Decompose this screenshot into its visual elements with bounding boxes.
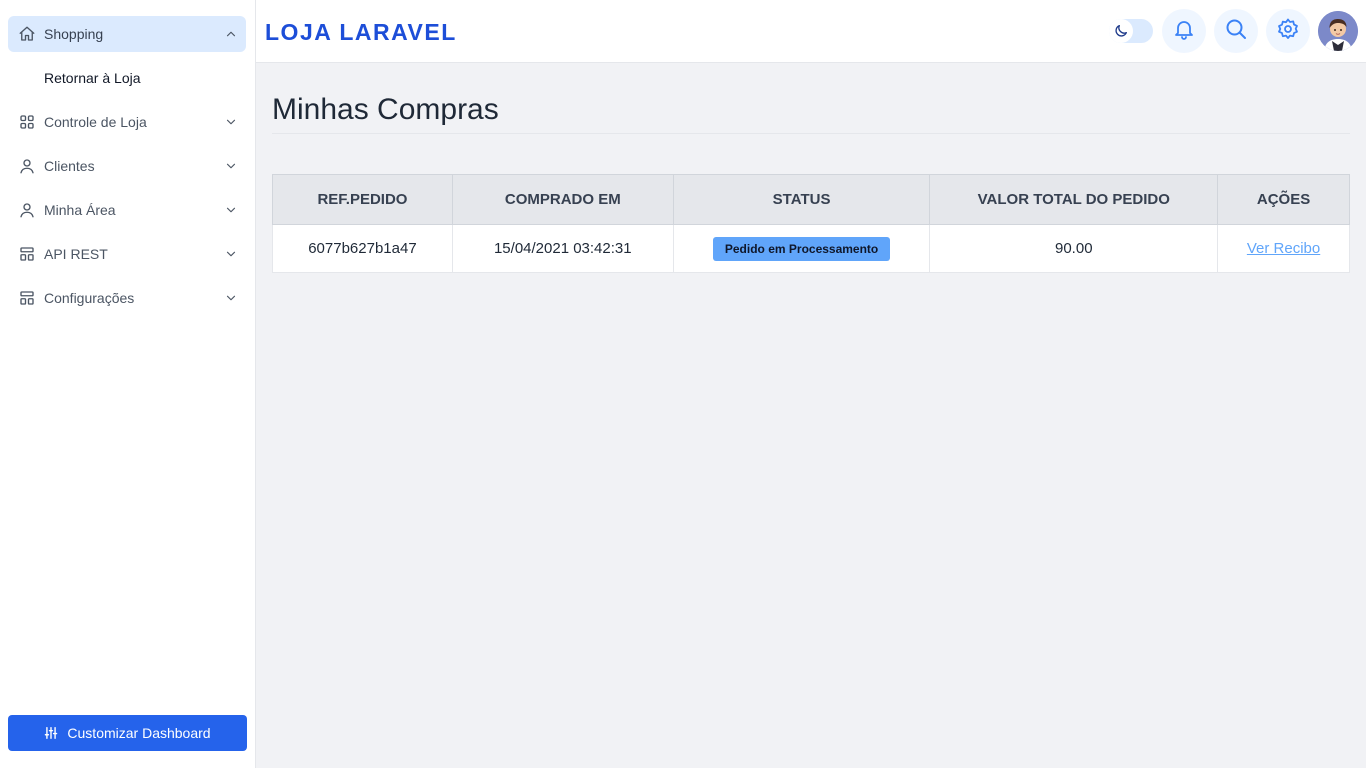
notifications-button[interactable] — [1162, 9, 1206, 53]
sidebar-item-label: Minha Área — [44, 202, 116, 218]
sidebar-subitem-return-store[interactable]: Retornar à Loja — [8, 60, 246, 96]
brand-title[interactable]: LOJA LARAVEL — [265, 19, 457, 46]
order-date-cell: 15/04/2021 03:42:31 — [451, 224, 674, 273]
table-header-row: REF.PEDIDO COMPRADO EM STATUS VALOR TOTA… — [272, 174, 1350, 225]
order-ref-cell: 6077b627b1a47 — [272, 224, 453, 273]
sidebar-item-clients[interactable]: Clientes — [8, 148, 246, 184]
main-content: Minhas Compras REF.PEDIDO COMPRADO EM ST… — [272, 63, 1350, 273]
column-header-total: VALOR TOTAL DO PEDIDO — [929, 174, 1219, 225]
sidebar-item-label: API REST — [44, 246, 108, 262]
user-icon — [18, 157, 36, 175]
home-icon — [18, 25, 36, 43]
customize-dashboard-label: Customizar Dashboard — [67, 725, 211, 741]
sidebar: Shopping Retornar à Loja Controle de Loj… — [0, 0, 256, 768]
sidebar-subitem-label: Retornar à Loja — [44, 70, 141, 86]
sidebar-item-label: Controle de Loja — [44, 114, 147, 130]
user-icon — [18, 201, 36, 219]
view-receipt-link[interactable]: Ver Recibo — [1247, 240, 1320, 257]
header-actions — [1109, 9, 1358, 53]
sidebar-item-shopping[interactable]: Shopping — [8, 16, 246, 52]
sliders-icon — [44, 726, 58, 740]
sidebar-item-settings[interactable]: Configurações — [8, 280, 246, 316]
search-button[interactable] — [1214, 9, 1258, 53]
order-total-cell: 90.00 — [929, 224, 1219, 273]
chevron-down-icon — [224, 159, 238, 173]
bell-icon — [1172, 17, 1196, 46]
table-row: 6077b627b1a47 15/04/2021 03:42:31 Pedido… — [272, 224, 1350, 273]
order-status-cell: Pedido em Processamento — [672, 224, 931, 273]
sidebar-item-label: Configurações — [44, 290, 135, 306]
column-header-date: COMPRADO EM — [451, 174, 674, 225]
app: Shopping Retornar à Loja Controle de Loj… — [0, 0, 1366, 768]
column-header-ref: REF.PEDIDO — [272, 174, 453, 225]
layout-icon — [18, 289, 36, 307]
sidebar-item-api-rest[interactable]: API REST — [8, 236, 246, 272]
sidebar-item-store-control[interactable]: Controle de Loja — [8, 104, 246, 140]
chevron-down-icon — [224, 291, 238, 305]
page-title: Minhas Compras — [272, 93, 1350, 134]
sidebar-item-label: Shopping — [44, 26, 104, 42]
grid-icon — [18, 113, 36, 131]
orders-table: REF.PEDIDO COMPRADO EM STATUS VALOR TOTA… — [272, 174, 1350, 273]
chevron-down-icon — [224, 203, 238, 217]
layout-icon — [18, 245, 36, 263]
chevron-down-icon — [224, 115, 238, 129]
sidebar-nav: Shopping Retornar à Loja Controle de Loj… — [0, 0, 255, 316]
chevron-down-icon — [224, 247, 238, 261]
search-icon — [1224, 17, 1248, 46]
order-actions-cell: Ver Recibo — [1217, 224, 1350, 273]
column-header-status: STATUS — [672, 174, 931, 225]
status-badge: Pedido em Processamento — [712, 236, 891, 261]
dark-mode-toggle[interactable] — [1109, 19, 1153, 43]
top-header: LOJA LARAVEL — [256, 0, 1366, 63]
sidebar-item-label: Clientes — [44, 158, 95, 174]
sidebar-item-my-area[interactable]: Minha Área — [8, 192, 246, 228]
column-header-actions: AÇÕES — [1217, 174, 1350, 225]
moon-icon — [1109, 19, 1133, 43]
settings-button[interactable] — [1266, 9, 1310, 53]
chevron-up-icon — [224, 27, 238, 41]
customize-dashboard-button[interactable]: Customizar Dashboard — [8, 715, 247, 751]
user-avatar[interactable] — [1318, 11, 1358, 51]
gear-icon — [1276, 17, 1300, 46]
